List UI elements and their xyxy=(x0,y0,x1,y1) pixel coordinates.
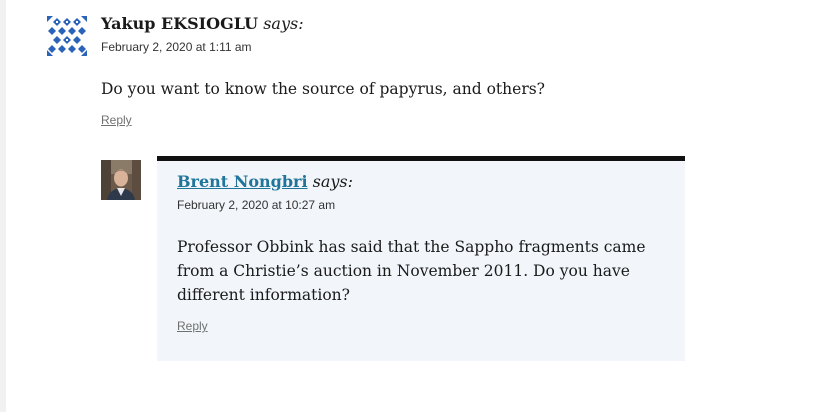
author-name-link[interactable]: Brent Nongbri xyxy=(177,172,308,191)
reply-link[interactable]: Reply xyxy=(177,319,208,333)
reply-link[interactable]: Reply xyxy=(101,113,132,127)
comment-body: Do you want to know the source of papyru… xyxy=(101,77,545,101)
user-photo-avatar xyxy=(101,160,141,200)
comment-author: Yakup EKSIOGLU says: xyxy=(101,14,304,34)
comment-paragraph: Do you want to know the source of papyru… xyxy=(101,80,545,98)
geometric-avatar-icon xyxy=(47,16,87,56)
comment-author: Brent Nongbri says: xyxy=(177,172,353,192)
says-label: says: xyxy=(312,172,354,191)
page-left-edge xyxy=(0,0,6,412)
author-name: Yakup EKSIOGLU xyxy=(101,14,259,33)
comment-date[interactable]: February 2, 2020 at 1:11 am xyxy=(101,40,252,54)
comment-date[interactable]: February 2, 2020 at 10:27 am xyxy=(177,198,335,212)
comment-paragraph: Professor Obbink has said that the Sapph… xyxy=(177,238,646,304)
comment-body: Professor Obbink has said that the Sapph… xyxy=(177,235,657,307)
says-label: says: xyxy=(263,14,304,33)
